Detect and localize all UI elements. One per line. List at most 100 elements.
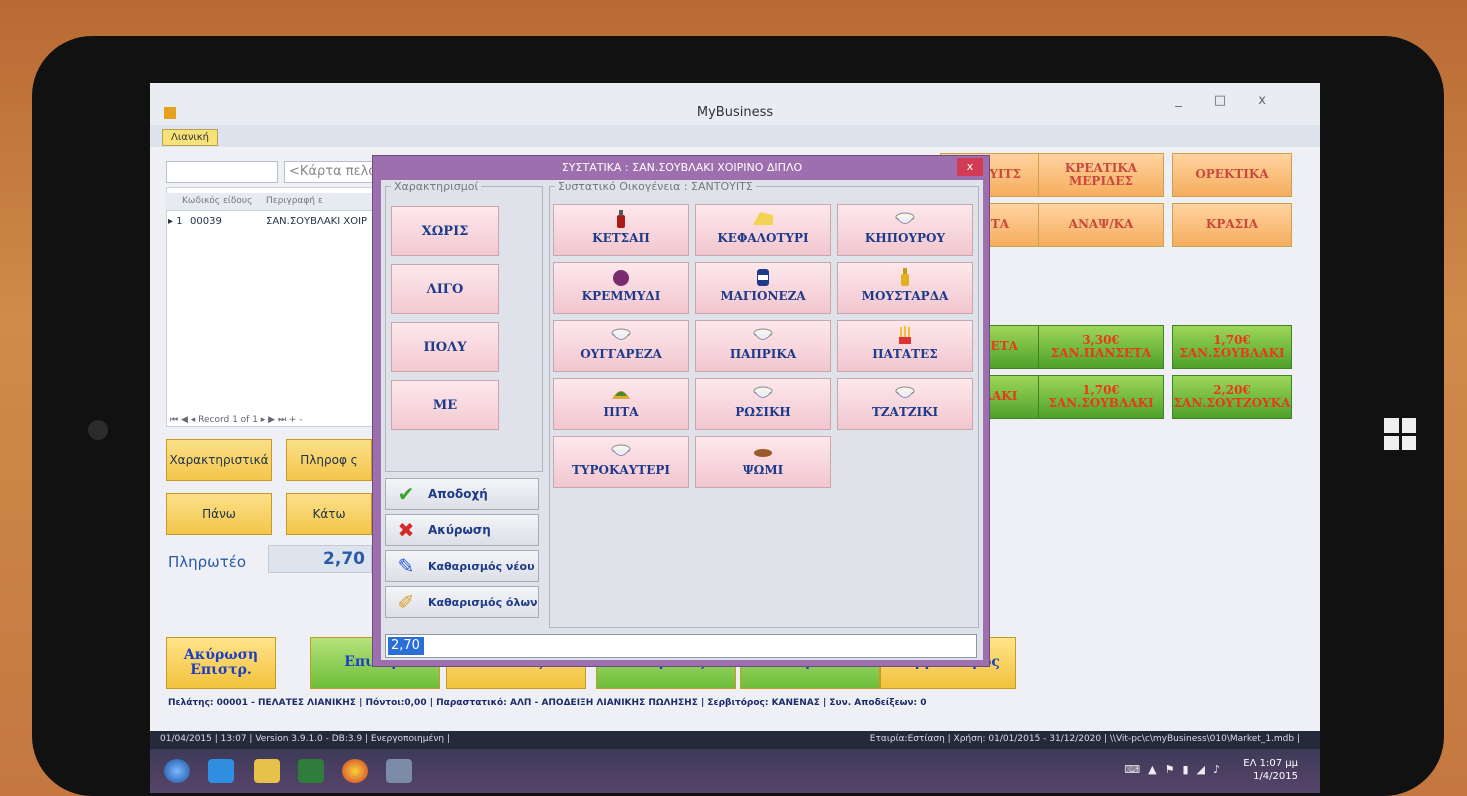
product-tile[interactable]: 3,30€ ΣΑΝ.ΠΑΝΣΕΤΑ (1038, 325, 1164, 369)
ingredient-name: ΟΥΓΓΑΡΕΖΑ (580, 347, 662, 361)
dialog-close-button[interactable]: x (957, 158, 983, 176)
ingredient-button[interactable]: ΠΑΤΑΤΕΣ (837, 320, 973, 372)
start-icon[interactable] (164, 759, 190, 783)
product-tile[interactable]: 1,70€ ΣΑΝ.ΣΟΥΒΛΑΚΙ (1038, 375, 1164, 419)
app-title: MyBusiness (696, 105, 774, 120)
window-controls[interactable]: _ □ x (1175, 93, 1280, 108)
grid-pager[interactable]: ⏮ ◀ ◂ Record 1 of 1 ▸ ▶ ⏭ + - (166, 415, 376, 431)
characteristic-button[interactable]: ΠΟΛΥ (391, 322, 499, 372)
ingredient-button[interactable]: ΚΡΕΜΜΥΔΙ (553, 262, 689, 314)
clock-date: 1/4/2015 (1253, 771, 1298, 782)
accept-button[interactable]: ✔ Αποδοχή (385, 478, 539, 510)
close-icon: ✖ (397, 518, 415, 542)
column-code-header: Κωδικός είδους (182, 196, 253, 206)
tablet-screen: MyBusiness _ □ x Λιανική <Κάρτα πελά Κωδ… (150, 83, 1320, 793)
ingredient-button[interactable]: ΨΩΜΙ (695, 436, 831, 488)
bowl-icon (895, 212, 915, 224)
checkmark-icon: ✔ (397, 482, 415, 506)
cancel-label: Ακύρωση (428, 523, 491, 537)
ingredient-name: ΠΙΤΑ (603, 405, 639, 419)
brush-icon: ✎ (397, 554, 415, 578)
file-explorer-icon[interactable] (254, 759, 280, 783)
cancel-button[interactable]: ✖ Ακύρωση (385, 514, 539, 546)
ingredient-button[interactable]: ΠΑΠΡΙΚΑ (695, 320, 831, 372)
ingredient-name: ΠΑΤΑΤΕΣ (872, 347, 938, 361)
info-left: 01/04/2015 | 13:07 | Version 3.9.1.0 - D… (160, 734, 450, 744)
clear-new-label: Καθαρισμός νέου (428, 559, 535, 573)
store-icon[interactable] (298, 759, 324, 783)
windows-button-icon[interactable] (1384, 418, 1416, 450)
tray-icons[interactable]: ⌨▲⚑▮◢♪ (1124, 763, 1228, 776)
product-name: ΣΑΝ.ΠΑΝΣΕΤΑ (1050, 346, 1152, 360)
dialog-title: ΣΥΣΤΑΤΙΚΑ : ΣΑΝ.ΣΟΥΒΛΑΚΙ ΧΟΙΡΙΝΟ ΔΙΠΛΟ (561, 161, 803, 174)
price-input[interactable]: 2,70 (385, 634, 977, 658)
ingredient-button[interactable]: ΚΕΦΑΛΟΤΥΡΙ (695, 204, 831, 256)
row-index: ▸ 1 (168, 216, 183, 227)
grid-header: Κωδικός είδους Περιγραφή ε (166, 193, 376, 211)
characteristic-button[interactable]: ΜΕ (391, 380, 499, 430)
tab-retail[interactable]: Λιανική (162, 129, 219, 146)
ingredient-button[interactable]: ΤΖΑΤΖΙΚΙ (837, 378, 973, 430)
ingredient-name: ΤΖΑΤΖΙΚΙ (871, 405, 939, 419)
column-description-header: Περιγραφή ε (266, 196, 323, 206)
onion-icon (613, 270, 629, 286)
customer-field: <Κάρτα πελά (166, 161, 376, 183)
ingredient-name: ΨΩΜΙ (742, 463, 784, 477)
category-tile[interactable]: ΟΡΕΚΤΙΚΑ (1172, 153, 1292, 197)
category-tile[interactable]: ΚΡΕΑΤΙΚΑ ΜΕΡΙΔΕΣ (1038, 153, 1164, 197)
taskbar: ⌨▲⚑▮◢♪ ΕΛ 1:07 μμ 1/4/2015 (150, 749, 1320, 793)
bowl-icon (753, 328, 773, 340)
ingredient-name: ΡΩΣΙΚΗ (735, 405, 791, 419)
characteristics-button[interactable]: Χαρακτηριστικά (166, 439, 272, 481)
customer-code-input[interactable] (166, 161, 278, 183)
customer-card-input[interactable]: <Κάρτα πελά (284, 161, 374, 183)
product-name: ΣΑΝ.ΣΟΥΤΖΟΥΚΑ (1173, 396, 1291, 410)
category-tile[interactable]: ΚΡΑΣΙΑ (1172, 203, 1292, 247)
info-right: Εταιρία:Εστίαση | Χρήση: 01/01/2015 - 31… (869, 734, 1300, 744)
cancel-return-button[interactable]: Ακύρωση Επιστρ. (166, 637, 276, 689)
app-titlebar: MyBusiness _ □ x (150, 83, 1320, 125)
mybusiness-taskbar-icon[interactable] (386, 759, 412, 783)
ingredient-button[interactable]: ΠΙΤΑ (553, 378, 689, 430)
category-tile[interactable]: ΑΝΑΨ/ΚΑ (1038, 203, 1164, 247)
ingredient-button[interactable]: ΤΥΡΟΚΑΥΤΕΡΙ (553, 436, 689, 488)
up-button[interactable]: Πάνω (166, 493, 272, 535)
characteristic-button[interactable]: ΛΙΓΟ (391, 264, 499, 314)
ingredient-button[interactable]: ΜΑΓΙΟΝΕΖΑ (695, 262, 831, 314)
chrome-icon[interactable] (342, 759, 368, 783)
clear-all-button[interactable]: ✐ Καθαρισμός όλων (385, 586, 539, 618)
product-tile[interactable]: 1,70€ ΣΑΝ.ΣΟΥΒΛΑΚΙ (1172, 325, 1292, 369)
ingredient-name: ΤΥΡΟΚΑΥΤΕΡΙ (572, 463, 670, 477)
ingredients-dialog: ΣΥΣΤΑΤΙΚΑ : ΣΑΝ.ΣΟΥΒΛΑΚΙ ΧΟΙΡΙΝΟ ΔΙΠΛΟ x… (372, 155, 990, 667)
mayo-jar-icon (757, 269, 769, 286)
language-indicator[interactable]: ΕΛ (1243, 758, 1256, 769)
cheese-icon (753, 212, 773, 225)
tab-row: Λιανική (150, 125, 1320, 147)
ingredients-group-label: Συστατικό Οικογένεια : ΣΑΝΤΟΥΙΤΣ (555, 180, 756, 193)
table-row[interactable]: ▸ 1 00039 ΣΑΝ.ΣΟΥΒΛΑΚΙ ΧΟΙΡ (166, 213, 376, 231)
bowl-icon (895, 386, 915, 398)
bowl-icon (611, 444, 631, 456)
bowl-icon (611, 328, 631, 340)
clock[interactable]: ΕΛ 1:07 μμ 1/4/2015 (1243, 757, 1298, 783)
ingredient-button[interactable]: ΟΥΓΓΑΡΕΖΑ (553, 320, 689, 372)
product-name: ΣΑΝ.ΣΟΥΒΛΑΚΙ (1179, 346, 1285, 360)
info-button[interactable]: Πληροφ ς (286, 439, 372, 481)
clear-new-button[interactable]: ✎ Καθαρισμός νέου (385, 550, 539, 582)
row-code: 00039 (190, 216, 222, 227)
ingredient-button[interactable]: ΜΟΥΣΤΑΡΔΑ (837, 262, 973, 314)
ingredient-button[interactable]: ΡΩΣΙΚΗ (695, 378, 831, 430)
characteristics-group-label: Χαρακτηρισμοί (391, 180, 482, 193)
ingredient-button[interactable]: ΚΕΤΣΑΠ (553, 204, 689, 256)
internet-explorer-icon[interactable] (208, 759, 234, 783)
ingredient-button[interactable]: ΚΗΠΟΥΡΟΥ (837, 204, 973, 256)
status-line: Πελάτης: 00001 - ΠΕΛΑΤΕΣ ΛΙΑΝΙΚΗΣ | Πόντ… (168, 698, 927, 708)
down-button[interactable]: Κάτω (286, 493, 372, 535)
product-tile[interactable]: 2,20€ ΣΑΝ.ΣΟΥΤΖΟΥΚΑ (1172, 375, 1292, 419)
characteristic-button[interactable]: ΧΩΡΙΣ (391, 206, 499, 256)
clear-all-label: Καθαρισμός όλων (428, 595, 538, 609)
ingredient-name: ΚΗΠΟΥΡΟΥ (864, 231, 946, 245)
ingredient-name: ΚΕΦΑΛΟΤΥΡΙ (717, 231, 809, 245)
camera (88, 420, 108, 440)
product-name: ΣΑΝ.ΣΟΥΒΛΑΚΙ (1048, 396, 1154, 410)
